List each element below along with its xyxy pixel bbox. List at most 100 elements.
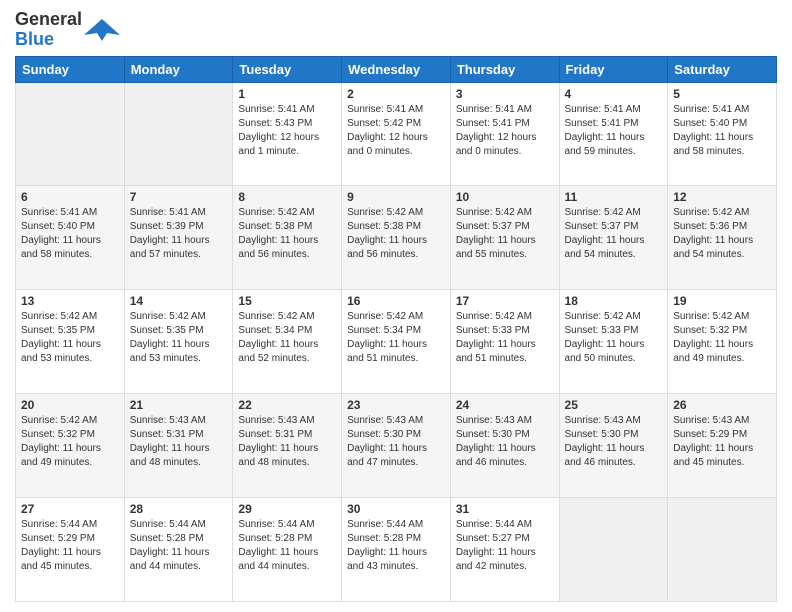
day-number: 6 [21,190,119,204]
calendar-header-wednesday: Wednesday [342,56,451,82]
day-info: Sunrise: 5:41 AM Sunset: 5:39 PM Dayligh… [130,206,228,262]
day-number: 1 [238,87,336,101]
day-number: 10 [456,190,554,204]
day-info: Sunrise: 5:44 AM Sunset: 5:27 PM Dayligh… [456,518,554,574]
calendar-cell: 6 Sunrise: 5:41 AM Sunset: 5:40 PM Daylig… [16,186,125,290]
calendar-cell: 18 Sunrise: 5:42 AM Sunset: 5:33 PM Dayli… [559,290,668,394]
day-info: Sunrise: 5:42 AM Sunset: 5:34 PM Dayligh… [238,310,336,366]
day-number: 4 [565,87,663,101]
day-info: Sunrise: 5:42 AM Sunset: 5:33 PM Dayligh… [565,310,663,366]
day-number: 24 [456,398,554,412]
calendar-cell: 14Sunrise: 5:42 AM Sunset: 5:35 PM Dayli… [124,290,233,394]
day-number: 27 [21,502,119,516]
day-info: Sunrise: 5:42 AM Sunset: 5:32 PM Dayligh… [21,414,119,470]
calendar-cell: 21 Sunrise: 5:43 AM Sunset: 5:31 PM Dayli… [124,394,233,498]
day-info: Sunrise: 5:44 AM Sunset: 5:29 PM Dayligh… [21,518,119,574]
day-info: Sunrise: 5:42 AM Sunset: 5:32 PM Dayligh… [673,310,771,366]
calendar-cell: 7Sunrise: 5:41 AM Sunset: 5:39 PM Daylig… [124,186,233,290]
logo: GeneralBlue [15,10,122,50]
calendar-cell: 24 Sunrise: 5:43 AM Sunset: 5:30 PM Dayli… [450,394,559,498]
calendar-header-monday: Monday [124,56,233,82]
day-number: 2 [347,87,445,101]
calendar-cell: 27 Sunrise: 5:44 AM Sunset: 5:29 PM Dayli… [16,498,125,602]
calendar-cell: 12 Sunrise: 5:42 AM Sunset: 5:36 PM Dayli… [668,186,777,290]
day-info: Sunrise: 5:41 AM Sunset: 5:43 PM Dayligh… [238,103,336,159]
calendar-header-tuesday: Tuesday [233,56,342,82]
day-number: 18 [565,294,663,308]
day-info: Sunrise: 5:43 AM Sunset: 5:29 PM Dayligh… [673,414,771,470]
logo-blue-text: Blue [15,30,82,50]
calendar-cell: 4 Sunrise: 5:41 AM Sunset: 5:41 PM Daylig… [559,82,668,186]
calendar-cell: 10 Sunrise: 5:42 AM Sunset: 5:37 PM Dayli… [450,186,559,290]
calendar-cell: 16Sunrise: 5:42 AM Sunset: 5:34 PM Dayli… [342,290,451,394]
calendar-cell: 25Sunrise: 5:43 AM Sunset: 5:30 PM Dayli… [559,394,668,498]
day-number: 9 [347,190,445,204]
day-info: Sunrise: 5:43 AM Sunset: 5:30 PM Dayligh… [456,414,554,470]
day-number: 8 [238,190,336,204]
calendar-header-thursday: Thursday [450,56,559,82]
day-info: Sunrise: 5:42 AM Sunset: 5:37 PM Dayligh… [456,206,554,262]
calendar-week-2: 6 Sunrise: 5:41 AM Sunset: 5:40 PM Daylig… [16,186,777,290]
calendar-cell: 19 Sunrise: 5:42 AM Sunset: 5:32 PM Dayli… [668,290,777,394]
day-number: 20 [21,398,119,412]
calendar-cell: 11 Sunrise: 5:42 AM Sunset: 5:37 PM Dayli… [559,186,668,290]
day-number: 23 [347,398,445,412]
calendar-cell [668,498,777,602]
day-number: 21 [130,398,228,412]
day-number: 5 [673,87,771,101]
day-number: 17 [456,294,554,308]
calendar-cell: 5Sunrise: 5:41 AM Sunset: 5:40 PM Daylig… [668,82,777,186]
calendar-cell: 30 Sunrise: 5:44 AM Sunset: 5:28 PM Dayli… [342,498,451,602]
calendar-cell: 26Sunrise: 5:43 AM Sunset: 5:29 PM Dayli… [668,394,777,498]
calendar-week-1: 1 Sunrise: 5:41 AM Sunset: 5:43 PM Daylig… [16,82,777,186]
day-info: Sunrise: 5:41 AM Sunset: 5:40 PM Dayligh… [21,206,119,262]
day-number: 28 [130,502,228,516]
calendar-header-saturday: Saturday [668,56,777,82]
calendar-cell: 1 Sunrise: 5:41 AM Sunset: 5:43 PM Daylig… [233,82,342,186]
calendar-week-5: 27 Sunrise: 5:44 AM Sunset: 5:29 PM Dayli… [16,498,777,602]
calendar-cell: 29 Sunrise: 5:44 AM Sunset: 5:28 PM Dayli… [233,498,342,602]
day-info: Sunrise: 5:44 AM Sunset: 5:28 PM Dayligh… [347,518,445,574]
calendar-cell: 31 Sunrise: 5:44 AM Sunset: 5:27 PM Dayli… [450,498,559,602]
day-number: 12 [673,190,771,204]
logo-icon [82,15,122,45]
day-number: 11 [565,190,663,204]
day-number: 29 [238,502,336,516]
calendar-table: SundayMondayTuesdayWednesdayThursdayFrid… [15,56,777,602]
calendar-cell: 28Sunrise: 5:44 AM Sunset: 5:28 PM Dayli… [124,498,233,602]
day-number: 30 [347,502,445,516]
day-info: Sunrise: 5:42 AM Sunset: 5:38 PM Dayligh… [238,206,336,262]
calendar-week-4: 20 Sunrise: 5:42 AM Sunset: 5:32 PM Dayli… [16,394,777,498]
day-number: 15 [238,294,336,308]
calendar-header-sunday: Sunday [16,56,125,82]
calendar-cell [559,498,668,602]
logo-area: GeneralBlue [15,10,122,50]
day-info: Sunrise: 5:42 AM Sunset: 5:37 PM Dayligh… [565,206,663,262]
day-number: 3 [456,87,554,101]
calendar-cell: 15 Sunrise: 5:42 AM Sunset: 5:34 PM Dayli… [233,290,342,394]
calendar-cell: 20 Sunrise: 5:42 AM Sunset: 5:32 PM Dayli… [16,394,125,498]
calendar-cell [16,82,125,186]
calendar-cell: 2 Sunrise: 5:41 AM Sunset: 5:42 PM Daylig… [342,82,451,186]
day-number: 31 [456,502,554,516]
day-info: Sunrise: 5:42 AM Sunset: 5:36 PM Dayligh… [673,206,771,262]
day-number: 14 [130,294,228,308]
day-info: Sunrise: 5:43 AM Sunset: 5:31 PM Dayligh… [238,414,336,470]
calendar-header-row: SundayMondayTuesdayWednesdayThursdayFrid… [16,56,777,82]
day-info: Sunrise: 5:41 AM Sunset: 5:42 PM Dayligh… [347,103,445,159]
day-number: 13 [21,294,119,308]
day-number: 19 [673,294,771,308]
day-number: 22 [238,398,336,412]
day-info: Sunrise: 5:44 AM Sunset: 5:28 PM Dayligh… [238,518,336,574]
calendar-header-friday: Friday [559,56,668,82]
calendar-cell: 3 Sunrise: 5:41 AM Sunset: 5:41 PM Daylig… [450,82,559,186]
day-info: Sunrise: 5:42 AM Sunset: 5:33 PM Dayligh… [456,310,554,366]
day-info: Sunrise: 5:42 AM Sunset: 5:35 PM Dayligh… [21,310,119,366]
day-info: Sunrise: 5:43 AM Sunset: 5:31 PM Dayligh… [130,414,228,470]
calendar-cell: 8 Sunrise: 5:42 AM Sunset: 5:38 PM Daylig… [233,186,342,290]
day-info: Sunrise: 5:42 AM Sunset: 5:38 PM Dayligh… [347,206,445,262]
calendar-cell: 13 Sunrise: 5:42 AM Sunset: 5:35 PM Dayli… [16,290,125,394]
day-info: Sunrise: 5:41 AM Sunset: 5:41 PM Dayligh… [456,103,554,159]
day-info: Sunrise: 5:41 AM Sunset: 5:41 PM Dayligh… [565,103,663,159]
day-number: 25 [565,398,663,412]
